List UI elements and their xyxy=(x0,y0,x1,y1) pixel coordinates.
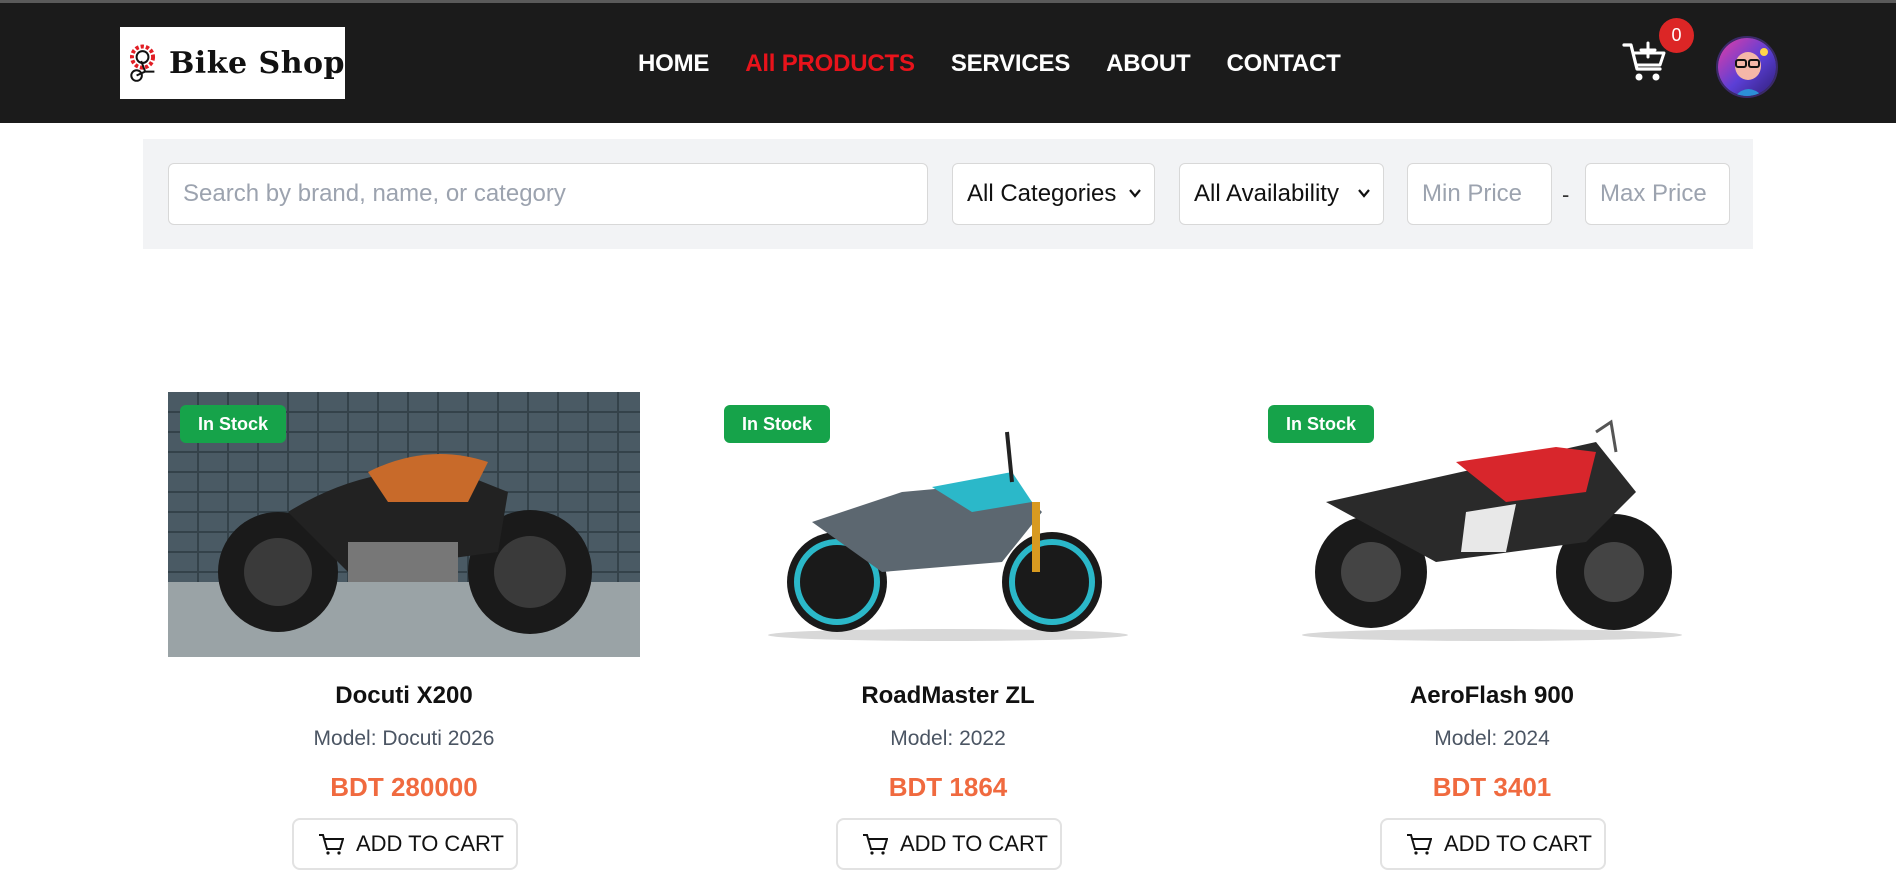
product-image[interactable]: In Stock xyxy=(712,392,1184,657)
price-range-separator: - xyxy=(1562,182,1570,207)
nav-services[interactable]: SERVICES xyxy=(951,50,1071,78)
product-model: Model: 2024 xyxy=(1434,727,1550,750)
chevron-down-icon xyxy=(1358,189,1370,198)
stock-badge: In Stock xyxy=(1268,405,1375,443)
cart-count-badge: 0 xyxy=(1659,18,1694,53)
nav-about[interactable]: ABOUT xyxy=(1106,50,1191,78)
search-input[interactable]: Search by brand, name, or category xyxy=(168,163,928,225)
bike-logo-icon xyxy=(129,44,156,82)
cart-icon xyxy=(863,834,888,855)
product-price: BDT 3401 xyxy=(1432,772,1552,802)
product-model: Model: Docuti 2026 xyxy=(313,727,495,750)
cart-icon xyxy=(319,834,344,855)
cart-plus-icon[interactable] xyxy=(1622,41,1668,83)
logo[interactable]: Bike Shop xyxy=(120,27,345,99)
product-name[interactable]: AeroFlash 900 xyxy=(1256,682,1728,710)
main-nav: HOME All PRODUCTS SERVICES ABOUT CONTACT xyxy=(638,50,1341,78)
add-to-cart-button[interactable]: ADD TO CART xyxy=(836,818,1062,870)
stock-badge: In Stock xyxy=(180,405,287,443)
product-card[interactable]: In Stock RoadMaster ZL Model: 2022 BDT 1… xyxy=(712,392,1184,870)
product-price: BDT 1864 xyxy=(888,772,1008,802)
product-name[interactable]: RoadMaster ZL xyxy=(712,682,1184,710)
product-image[interactable]: In Stock xyxy=(1256,392,1728,657)
add-to-cart-button[interactable]: ADD TO CART xyxy=(1380,818,1606,870)
availability-select[interactable]: All Availability xyxy=(1179,163,1384,225)
product-card[interactable]: In Stock AeroFlash 900 Model: 2024 BDT 3… xyxy=(1256,392,1728,870)
add-to-cart-button[interactable]: ADD TO CART xyxy=(292,818,518,870)
product-price: BDT 280000 xyxy=(330,772,478,802)
add-to-cart-label: ADD TO CART xyxy=(1444,831,1592,856)
stock-badge: In Stock xyxy=(724,405,831,443)
chevron-down-icon xyxy=(1129,189,1141,198)
nav-contact[interactable]: CONTACT xyxy=(1226,50,1340,78)
product-image[interactable]: In Stock xyxy=(168,392,640,657)
add-to-cart-label: ADD TO CART xyxy=(356,831,504,856)
site-header: Bike Shop HOME All PRODUCTS SERVICES ABO… xyxy=(0,3,1896,123)
product-card[interactable]: In Stock Docuti X200 Model: Docuti 2026 … xyxy=(168,392,640,870)
category-select[interactable]: All Categories xyxy=(952,163,1155,225)
availability-select-value: All Availability xyxy=(1194,180,1339,207)
max-price-input[interactable]: Max Price xyxy=(1585,163,1730,225)
product-name[interactable]: Docuti X200 xyxy=(168,682,640,710)
cart-icon xyxy=(1407,834,1432,855)
logo-text: Bike Shop xyxy=(168,45,345,81)
min-price-input[interactable]: Min Price xyxy=(1407,163,1552,225)
avatar-image xyxy=(1718,38,1776,96)
product-model: Model: 2022 xyxy=(890,727,1006,750)
user-avatar[interactable] xyxy=(1716,36,1778,98)
nav-all-products[interactable]: All PRODUCTS xyxy=(745,50,915,78)
nav-home[interactable]: HOME xyxy=(638,50,709,78)
category-select-value: All Categories xyxy=(967,180,1117,207)
add-to-cart-label: ADD TO CART xyxy=(900,831,1048,856)
filter-bar: Search by brand, name, or category All C… xyxy=(143,139,1753,249)
